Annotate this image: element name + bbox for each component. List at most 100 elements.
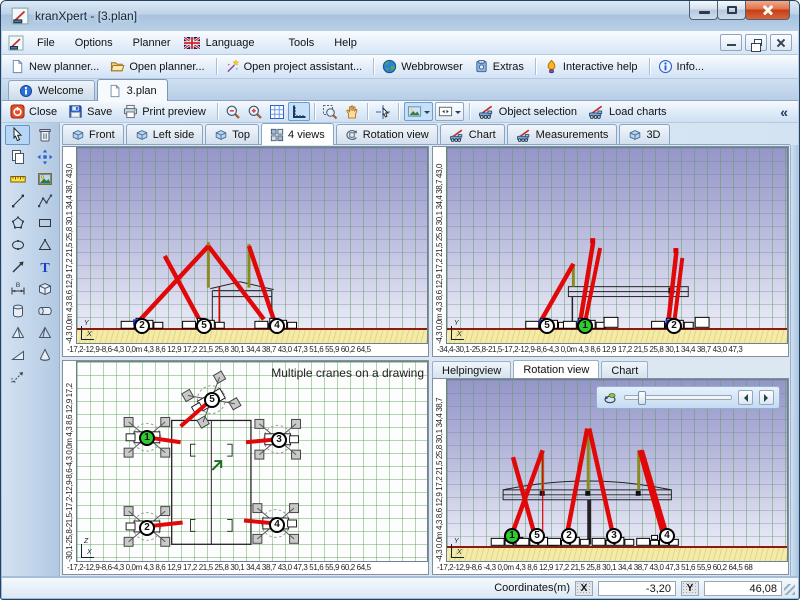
rotation-slider-track[interactable] [624,395,732,400]
crane-badge-active[interactable]: 1 [577,318,593,334]
menu-planner[interactable]: Planner [124,34,180,52]
crane-badge[interactable]: 4 [269,318,285,334]
tool-cylinder-horizontal[interactable] [32,301,57,321]
tab-measurements[interactable]: Measurements [507,124,618,144]
background-image-dropdown[interactable] [404,102,433,121]
tool-delete[interactable] [32,125,57,145]
tool-polyline[interactable] [32,191,57,211]
maximize-button[interactable] [717,1,746,20]
crane-badge[interactable]: 2 [134,318,150,334]
open-planner-button[interactable]: Open planner... [106,57,211,76]
tab-welcome[interactable]: Welcome [8,80,95,100]
tool-line[interactable] [5,191,30,211]
zoom-in-button[interactable] [244,102,266,121]
collapse-panel-button[interactable]: « [780,104,788,120]
webbrowser-button[interactable]: Webbrowser [378,57,470,76]
new-planner-button[interactable]: New planner... [6,57,106,76]
tool-select[interactable] [5,125,30,145]
tab-front[interactable]: Front [62,124,124,144]
rotate-right-button[interactable] [759,390,774,405]
tool-image[interactable] [32,169,57,189]
menu-options[interactable]: Options [66,34,122,52]
tool-cylinder[interactable] [5,301,30,321]
collapsed-side-panel[interactable] [790,145,798,576]
rectangle-icon [37,215,53,231]
crane-badge[interactable]: 4 [269,517,285,533]
zoom-selection-button[interactable] [319,102,341,121]
chevron-down-icon [455,111,461,117]
tool-dimension-arrow[interactable] [5,367,30,387]
text-icon [37,259,53,275]
tab-rotation-view[interactable]: Rotation view [336,124,438,144]
print-preview-button[interactable]: Print preview [119,102,213,121]
tool-triangle[interactable] [32,235,57,255]
tool-text[interactable] [32,257,57,277]
menu-file[interactable]: File [28,34,64,52]
tab-top[interactable]: Top [205,124,259,144]
tab-3d[interactable]: 3D [619,124,669,144]
pyramid-icon [10,325,26,341]
close-button[interactable] [745,1,790,20]
object-selection-button[interactable]: Object selection [474,102,584,121]
save-button[interactable]: Save [64,102,119,121]
load-charts-button[interactable]: Load charts [584,102,673,121]
tab-rotation-view-inner[interactable]: Rotation view [513,360,599,378]
crane-badge[interactable]: 3 [271,432,287,448]
mdi-minimize-button[interactable] [720,34,742,51]
crane-badge[interactable]: 5 [196,318,212,334]
menu-language[interactable]: Language [204,34,264,52]
title-bar[interactable]: kranXpert - [3.plan] [1,1,799,31]
tool-pyramid[interactable] [5,323,30,343]
crane-badge[interactable]: 5 [539,318,555,334]
crane-badge[interactable]: 5 [204,392,220,408]
zoom-out-button[interactable] [222,102,244,121]
tab-3plan[interactable]: 3.plan [97,79,168,101]
menu-tools[interactable]: Tools [280,34,324,52]
crane-badge[interactable]: 5 [529,528,545,544]
tool-cone[interactable] [32,345,57,365]
crane-badge[interactable]: 3 [606,528,622,544]
tab-left-side[interactable]: Left side [126,124,204,144]
tool-move[interactable] [32,147,57,167]
pan-button[interactable] [341,102,363,121]
tool-copy[interactable] [5,147,30,167]
tool-dimension[interactable] [5,279,30,299]
menu-help[interactable]: Help [325,34,366,52]
rotate-left-button[interactable] [738,390,753,405]
grid-toggle-button[interactable] [266,102,288,121]
minimize-button[interactable] [689,1,718,20]
tool-arrow[interactable] [5,257,30,277]
tool-rectangle[interactable] [32,213,57,233]
extras-button[interactable]: Extras [470,57,531,76]
view-split-dropdown[interactable] [435,102,464,121]
info-button[interactable]: Info... [654,57,712,76]
tool-measure[interactable] [5,169,30,189]
tool-tetrahedron[interactable] [32,323,57,343]
ruler-toggle-button[interactable] [288,102,310,121]
crane-badge-active[interactable]: 1 [139,430,155,446]
menu-bar: File Options Planner Language Tools Help [2,31,798,55]
tool-polygon[interactable] [5,213,30,233]
crane-badge-active[interactable]: 1 [504,528,520,544]
page-icon [108,84,122,98]
close-plan-button[interactable]: Close [6,102,64,121]
tool-cube[interactable] [32,279,57,299]
mdi-close-button[interactable] [770,34,792,51]
resize-grip[interactable] [784,584,795,595]
pointer-crosshair-button[interactable] [372,102,394,121]
rotation-slider-thumb[interactable] [638,391,646,405]
tab-4-views[interactable]: 4 views [261,123,334,145]
crane-badge[interactable]: 2 [139,520,155,536]
tab-chart-inner[interactable]: Chart [601,361,648,378]
mdi-restore-button[interactable] [745,34,767,51]
tab-helpingview[interactable]: Helpingview [432,361,511,378]
tab-chart[interactable]: Chart [440,124,505,144]
crane-badge[interactable]: 2 [666,318,682,334]
crane-badge[interactable]: 4 [659,528,675,544]
tool-ellipse[interactable] [5,235,30,255]
views-area: -4,3 0,0m 4,3 8,6 12,9 17,2 21,5 25,8 30… [61,145,790,576]
open-project-assistant-button[interactable]: Open project assistant... [221,57,370,76]
tool-wedge[interactable] [5,345,30,365]
interactive-help-button[interactable]: Interactive help [540,57,645,76]
crane-badge[interactable]: 2 [561,528,577,544]
